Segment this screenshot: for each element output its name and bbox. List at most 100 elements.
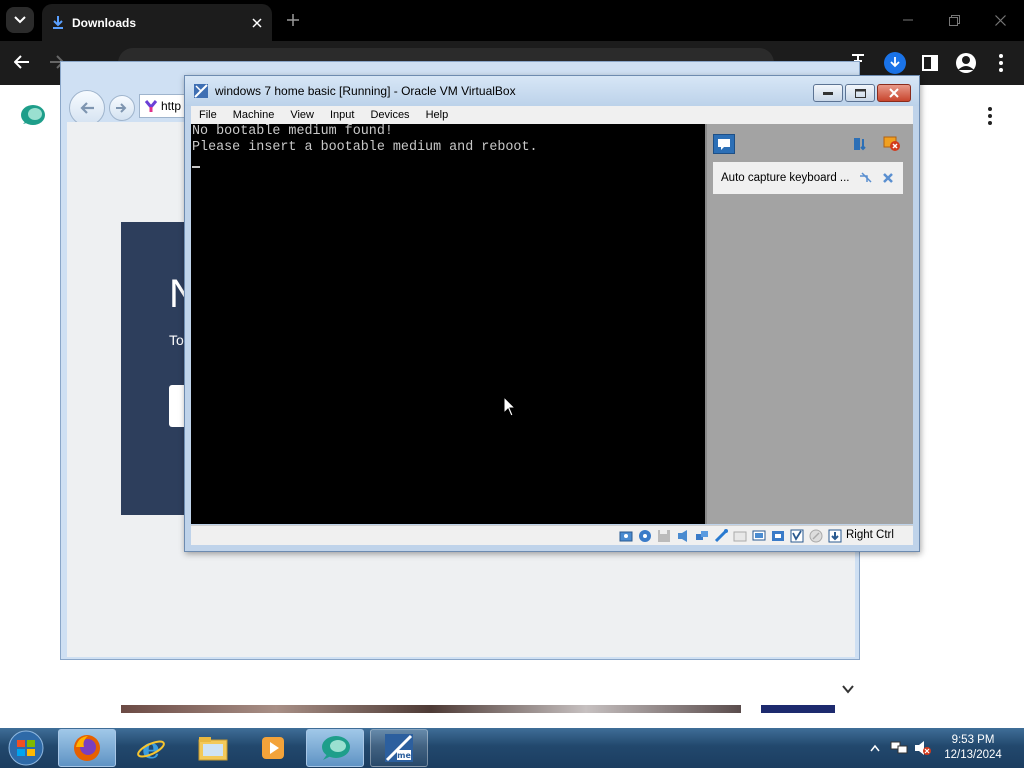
hero-subtitle: To bbox=[169, 332, 184, 348]
text-cursor bbox=[192, 166, 200, 168]
kebab-menu-icon[interactable] bbox=[998, 54, 1004, 72]
firefox-icon bbox=[74, 735, 100, 761]
close-icon bbox=[889, 88, 899, 98]
forward-icon bbox=[116, 103, 127, 113]
restore-button[interactable] bbox=[934, 6, 974, 34]
mouse-pointer-icon bbox=[503, 396, 517, 417]
site-favicon-icon bbox=[144, 100, 158, 112]
chat-app-icon bbox=[322, 736, 350, 760]
svg-text:me: me bbox=[397, 751, 411, 760]
clock-date: 12/13/2024 bbox=[944, 749, 1002, 761]
clock[interactable]: 9:53 PM 12/13/2024 bbox=[930, 733, 1016, 763]
optical-drive-icon[interactable] bbox=[638, 529, 652, 543]
vbox-maximize-button[interactable] bbox=[845, 84, 875, 102]
vbox-titlebar[interactable]: windows 7 home basic [Running] - Oracle … bbox=[185, 76, 919, 106]
minimize-icon bbox=[823, 92, 833, 95]
show-hidden-icons-icon[interactable] bbox=[870, 744, 880, 752]
close-icon[interactable] bbox=[252, 17, 262, 28]
tab-search-button[interactable] bbox=[6, 7, 34, 33]
tab-downloads[interactable]: Downloads bbox=[42, 4, 272, 41]
minimize-icon bbox=[903, 19, 913, 21]
dismiss-all-icon[interactable] bbox=[883, 136, 901, 152]
folder-icon bbox=[198, 737, 228, 761]
svg-text:e: e bbox=[142, 733, 160, 763]
vbox-menubar: File Machine View Input Devices Help bbox=[191, 106, 913, 124]
plus-icon bbox=[287, 14, 299, 26]
taskbar-media-player[interactable] bbox=[244, 729, 302, 767]
do-not-show-icon[interactable] bbox=[859, 172, 873, 184]
hard-disk-icon[interactable] bbox=[619, 529, 633, 543]
menu-file[interactable]: File bbox=[191, 109, 225, 121]
back-icon[interactable] bbox=[14, 55, 30, 69]
windows-logo-icon bbox=[8, 730, 44, 766]
close-icon[interactable] bbox=[883, 173, 893, 183]
site-logo-icon[interactable] bbox=[20, 104, 46, 126]
chevron-down-icon bbox=[14, 16, 26, 24]
taskbar-virtualbox[interactable]: me bbox=[370, 729, 428, 767]
browser-tab-strip: Downloads bbox=[0, 0, 1024, 41]
image-strip-blue bbox=[761, 705, 835, 713]
notification-center: Auto capture keyboard ... bbox=[705, 124, 913, 524]
display-icon[interactable] bbox=[752, 529, 766, 543]
clock-time: 9:53 PM bbox=[951, 734, 995, 746]
virtualbox-icon bbox=[194, 84, 208, 98]
usb-icon[interactable] bbox=[714, 529, 728, 543]
notification-text: Auto capture keyboard ... bbox=[721, 172, 850, 184]
mouse-integration-icon[interactable] bbox=[809, 529, 823, 543]
menu-view[interactable]: View bbox=[282, 109, 322, 121]
ie-icon: e bbox=[137, 733, 165, 763]
keyboard-capture-icon[interactable] bbox=[828, 529, 842, 543]
shared-folders-icon[interactable] bbox=[733, 529, 747, 543]
video-capture-icon[interactable] bbox=[771, 529, 785, 543]
vbox-title: windows 7 home basic [Running] - Oracle … bbox=[215, 84, 516, 98]
ie-forward-button[interactable] bbox=[109, 95, 135, 121]
sort-icon[interactable] bbox=[853, 136, 869, 152]
audio-icon[interactable] bbox=[676, 529, 690, 543]
menu-machine[interactable]: Machine bbox=[225, 109, 283, 121]
menu-input[interactable]: Input bbox=[322, 109, 362, 121]
notification-header bbox=[707, 124, 913, 160]
vm-display[interactable]: No bootable medium found! Please insert … bbox=[191, 124, 705, 524]
taskbar: e me 9:53 PM 12/13/2024 bbox=[0, 728, 1024, 768]
taskbar-chat-app[interactable] bbox=[306, 729, 364, 767]
close-icon bbox=[994, 14, 1006, 26]
download-button[interactable] bbox=[884, 52, 906, 74]
back-icon bbox=[80, 102, 94, 114]
chevron-down-icon[interactable] bbox=[841, 682, 855, 696]
vbox-minimize-button[interactable] bbox=[813, 84, 843, 102]
window-close-button[interactable] bbox=[980, 6, 1020, 34]
network-status-icon[interactable] bbox=[890, 740, 908, 756]
ie-address-text: http bbox=[161, 99, 182, 113]
minimize-button[interactable] bbox=[888, 6, 928, 34]
vm-console-text: No bootable medium found! Please insert … bbox=[192, 124, 538, 155]
virtualbox-window[interactable]: windows 7 home basic [Running] - Oracle … bbox=[184, 75, 920, 552]
virtualization-icon[interactable] bbox=[790, 529, 804, 543]
download-icon bbox=[890, 57, 900, 68]
page-menu-icon[interactable] bbox=[984, 105, 996, 127]
virtualbox-icon: me bbox=[385, 734, 413, 762]
menu-devices[interactable]: Devices bbox=[362, 109, 417, 121]
floppy-icon[interactable] bbox=[657, 529, 671, 543]
menu-help[interactable]: Help bbox=[418, 109, 457, 121]
restore-icon bbox=[948, 14, 960, 26]
profile-icon[interactable] bbox=[955, 52, 977, 74]
maximize-icon bbox=[854, 88, 866, 98]
start-button[interactable] bbox=[6, 730, 46, 766]
vbox-close-button[interactable] bbox=[877, 84, 911, 102]
sidepanel-icon[interactable] bbox=[922, 55, 938, 71]
taskbar-internet-explorer[interactable]: e bbox=[122, 729, 180, 767]
ie-back-button[interactable] bbox=[69, 90, 105, 126]
taskbar-explorer[interactable] bbox=[184, 729, 242, 767]
message-icon bbox=[718, 139, 730, 150]
host-key-label: Right Ctrl bbox=[846, 529, 894, 541]
network-icon[interactable] bbox=[695, 529, 709, 543]
image-strip bbox=[121, 705, 741, 713]
download-icon bbox=[53, 16, 63, 29]
notification-toggle-button[interactable] bbox=[713, 134, 735, 154]
notification-item[interactable]: Auto capture keyboard ... bbox=[713, 162, 903, 194]
media-player-icon bbox=[262, 737, 284, 759]
vbox-statusbar: Right Ctrl bbox=[191, 525, 913, 545]
new-tab-button[interactable] bbox=[282, 9, 304, 31]
taskbar-firefox[interactable] bbox=[58, 729, 116, 767]
tab-title: Downloads bbox=[72, 15, 137, 30]
